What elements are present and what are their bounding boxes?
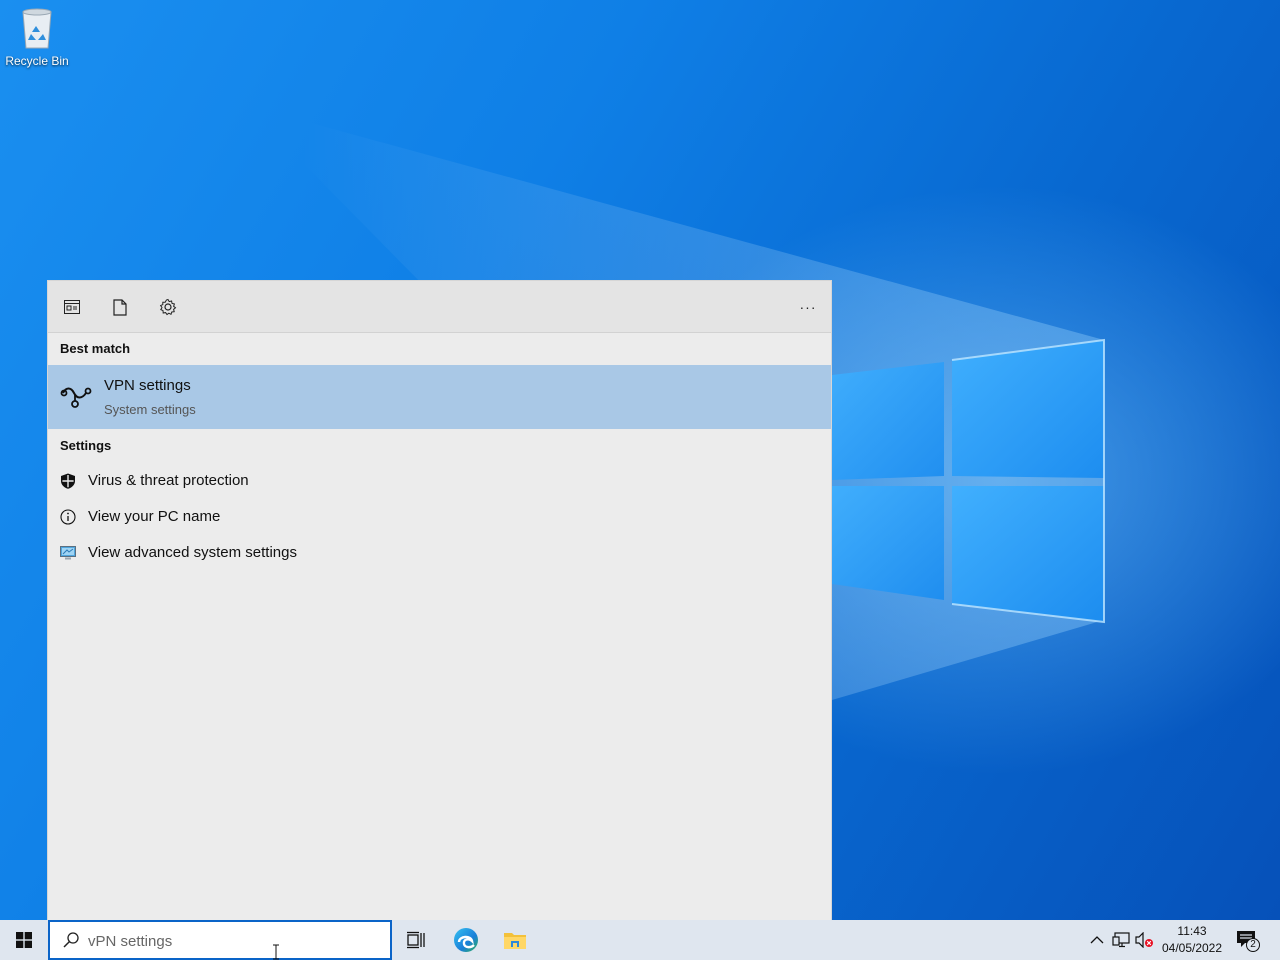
info-icon [60, 509, 76, 525]
system-clock[interactable]: 11:43 04/05/2022 [1158, 923, 1226, 957]
search-panel: ··· Best match VPN settings System setti… [47, 280, 832, 920]
settings-result-label: View advanced system settings [88, 544, 297, 561]
taskbar: 11:43 04/05/2022 2 [0, 920, 1280, 960]
settings-result-view-pc-name[interactable]: View your PC name [48, 499, 831, 535]
text-cursor-icon [273, 944, 279, 960]
apps-filter-icon [64, 300, 80, 314]
best-match-heading: Best match [60, 341, 131, 356]
volume-button[interactable] [1135, 930, 1155, 950]
windows-start-icon [16, 932, 32, 948]
settings-heading: Settings [60, 438, 112, 453]
settings-filter-button[interactable] [156, 295, 180, 319]
file-explorer-icon [504, 933, 526, 949]
search-filter-toolbar: ··· [48, 281, 831, 333]
settings-filter-icon [159, 298, 177, 316]
start-button[interactable] [0, 920, 48, 960]
search-icon [63, 932, 79, 948]
edge-icon [454, 928, 478, 952]
documents-filter-icon [113, 298, 127, 316]
clock-date: 04/05/2022 [1161, 941, 1223, 955]
best-match-title: VPN settings [104, 377, 191, 394]
desktop-icon-label: Recycle Bin [5, 54, 69, 68]
system-properties-icon [60, 546, 76, 560]
notification-count-badge: 2 [1246, 938, 1260, 952]
settings-result-virus-threat-protection[interactable]: Virus & threat protection [48, 463, 831, 499]
taskbar-search-box[interactable] [48, 920, 392, 960]
settings-result-label: Virus & threat protection [88, 472, 249, 489]
shield-icon [61, 473, 75, 489]
vpn-icon [60, 387, 92, 408]
best-match-result[interactable]: VPN settings System settings [48, 365, 831, 429]
network-icon [1112, 932, 1130, 948]
edge-browser-button[interactable] [442, 920, 490, 960]
recycle-bin-icon [22, 8, 52, 49]
action-center-button[interactable]: 2 [1234, 928, 1262, 954]
task-view-icon [407, 931, 425, 949]
network-button[interactable] [1111, 930, 1131, 950]
settings-result-label: View your PC name [88, 508, 221, 525]
volume-muted-icon [1135, 932, 1153, 948]
more-options-button[interactable]: ··· [796, 295, 820, 319]
apps-filter-button[interactable] [60, 295, 84, 319]
file-explorer-button[interactable] [491, 920, 539, 960]
search-input[interactable] [88, 930, 378, 952]
show-hidden-icons-button[interactable] [1087, 930, 1107, 950]
chevron-up-icon [1090, 936, 1104, 944]
task-view-button[interactable] [392, 920, 440, 960]
clock-time: 11:43 [1177, 924, 1207, 938]
documents-filter-button[interactable] [108, 295, 132, 319]
best-match-subtitle: System settings [104, 402, 196, 417]
settings-result-advanced-system-settings[interactable]: View advanced system settings [48, 535, 831, 571]
desktop-icon-recycle-bin[interactable]: Recycle Bin [4, 6, 70, 76]
